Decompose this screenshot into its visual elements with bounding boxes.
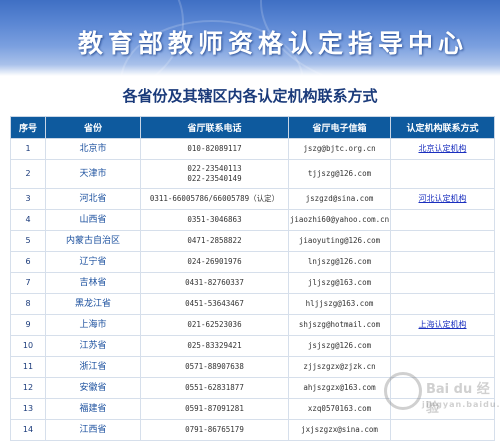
paw-logo-icon (384, 372, 422, 410)
table-row: 1 北京市 010-82089117 jszg@bjtc.org.cn 北京认定机构 (10, 138, 495, 160)
watermark-url: jingyan.baidu.com (422, 400, 500, 409)
phone-cell: 010-82089117 (140, 138, 289, 160)
watermark: Bai du 经验 jingyan.baidu.com (374, 362, 500, 423)
province-name: 北京市 (45, 138, 141, 160)
phone-number: 0311-66005786/66005789（认定） (149, 194, 280, 203)
email-address: jsjszg@126.com (288, 335, 391, 357)
province-name: 浙江省 (45, 356, 141, 378)
header-province: 省份 (45, 116, 141, 139)
province-name: 河北省 (45, 188, 141, 210)
page-title: 各省份及其辖区内各认定机构联系方式 (122, 87, 378, 105)
header-phone: 省厅联系电话 (140, 116, 289, 139)
row-index: 3 (10, 188, 46, 210)
agency-cell-empty (390, 209, 495, 231)
province-name: 安徽省 (45, 377, 141, 399)
phone-cell: 0311-66005786/66005789（认定） (140, 188, 289, 210)
row-index: 6 (10, 251, 46, 273)
banner-title: 教育部教师资格认定指导中心 (78, 29, 469, 58)
email-address: tjjszg@126.com (288, 159, 391, 189)
phone-cell: 0431-82760337 (140, 272, 289, 294)
phone-number-secondary: 022-23540149 (187, 174, 242, 183)
watermark-text: Bai du 经验 (426, 382, 490, 416)
header-email: 省厅电子信箱 (288, 116, 391, 139)
agency-cell-empty (390, 159, 495, 189)
table-row: 2 天津市 022-23540113 022-23540149 tjjszg@126.c… (10, 159, 495, 189)
table-row: 3 河北省 0311-66005786/66005789（认定） jszgzd@sin… (10, 188, 495, 210)
agency-cell-empty (390, 335, 495, 357)
email-address: lnjszg@126.com (288, 251, 391, 273)
table-row: 10 江苏省 025-83329421 jsjszg@126.com (10, 335, 495, 357)
phone-number: 025-83329421 (187, 341, 242, 350)
province-name: 福建省 (45, 398, 141, 420)
header-banner: 教育部教师资格认定指导中心 (0, 0, 500, 76)
row-index: 1 (10, 138, 46, 160)
province-name: 天津市 (45, 159, 141, 189)
row-index: 9 (10, 314, 46, 336)
province-name: 江苏省 (45, 335, 141, 357)
row-index: 8 (10, 293, 46, 315)
table-header-row: 序号 省份 省厅联系电话 省厅电子信箱 认定机构联系方式 (10, 116, 495, 139)
header-index: 序号 (10, 116, 46, 139)
agency-link[interactable]: 河北认定机构 (390, 188, 495, 210)
phone-number: 0431-82760337 (185, 278, 244, 287)
agency-link[interactable]: 上海认定机构 (390, 314, 495, 336)
email-address: jiaoyuting@126.com (288, 230, 391, 252)
phone-cell: 0351-3046863 (140, 209, 289, 231)
row-index: 10 (10, 335, 46, 357)
header-agency-contact: 认定机构联系方式 (390, 116, 495, 139)
province-name: 吉林省 (45, 272, 141, 294)
table-row: 8 黑龙江省 0451-53643467 hljjszg@163.com (10, 293, 495, 315)
email-address: hljjszg@163.com (288, 293, 391, 315)
province-name: 上海市 (45, 314, 141, 336)
phone-number: 0351-3046863 (187, 215, 242, 224)
phone-cell: 0571-88907638 (140, 356, 289, 378)
email-address: jljszg@163.com (288, 272, 391, 294)
province-name: 辽宁省 (45, 251, 141, 273)
row-index: 4 (10, 209, 46, 231)
row-index: 13 (10, 398, 46, 420)
phone-cell: 0591-87091281 (140, 398, 289, 420)
phone-number: 0551-62831877 (185, 383, 244, 392)
email-address: shjszg@hotmail.com (288, 314, 391, 336)
row-index: 11 (10, 356, 46, 378)
phone-cell: 0451-53643467 (140, 293, 289, 315)
row-index: 7 (10, 272, 46, 294)
phone-number: 0471-2858822 (187, 236, 242, 245)
province-name: 内蒙古自治区 (45, 230, 141, 252)
province-name: 黑龙江省 (45, 293, 141, 315)
phone-number: 0451-53643467 (185, 299, 244, 308)
agency-link[interactable]: 北京认定机构 (390, 138, 495, 160)
phone-number: 0591-87091281 (185, 404, 244, 413)
table-row: 7 吉林省 0431-82760337 jljszg@163.com (10, 272, 495, 294)
phone-number: 022-23540113 (187, 164, 242, 173)
email-address: jiaozhi60@yahoo.com.cn (288, 209, 391, 231)
phone-cell: 021-62523036 (140, 314, 289, 336)
phone-number: 0791-86765179 (185, 425, 244, 434)
row-index: 2 (10, 159, 46, 189)
phone-cell: 0471-2858822 (140, 230, 289, 252)
phone-number: 021-62523036 (187, 320, 242, 329)
province-name: 山西省 (45, 209, 141, 231)
phone-cell: 022-23540113 022-23540149 (140, 159, 289, 189)
agency-cell-empty (390, 272, 495, 294)
table-row: 9 上海市 021-62523036 shjszg@hotmail.com 上海认定机构 (10, 314, 495, 336)
email-address: jszgzd@sina.com (288, 188, 391, 210)
agency-cell-empty (390, 230, 495, 252)
table-row: 4 山西省 0351-3046863 jiaozhi60@yahoo.com.cn (10, 209, 495, 231)
table-row: 6 辽宁省 024-26901976 lnjszg@126.com (10, 251, 495, 273)
phone-cell: 0551-62831877 (140, 377, 289, 399)
row-index: 5 (10, 230, 46, 252)
phone-cell: 024-26901976 (140, 251, 289, 273)
phone-number: 024-26901976 (187, 257, 242, 266)
agency-cell-empty (390, 251, 495, 273)
agency-cell-empty (390, 293, 495, 315)
phone-number: 0571-88907638 (185, 362, 244, 371)
phone-cell: 025-83329421 (140, 335, 289, 357)
email-address: jszg@bjtc.org.cn (288, 138, 391, 160)
row-index: 12 (10, 377, 46, 399)
phone-number: 010-82089117 (187, 144, 242, 153)
table-row: 5 内蒙古自治区 0471-2858822 jiaoyuting@126.com (10, 230, 495, 252)
